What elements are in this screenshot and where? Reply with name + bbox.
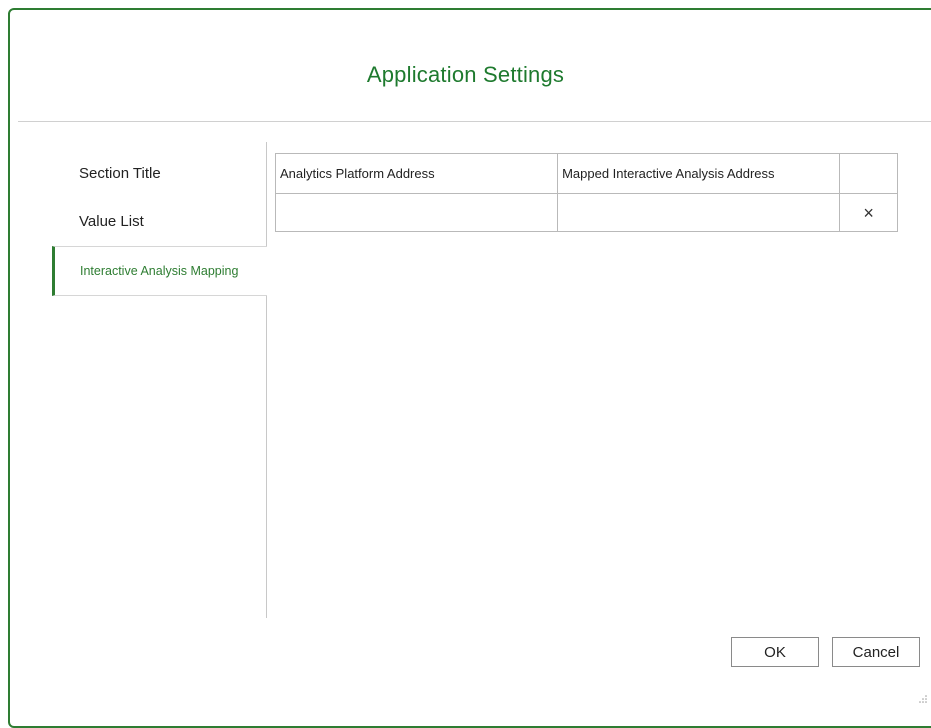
column-header-platform-address: Analytics Platform Address <box>274 153 559 194</box>
column-header-actions <box>839 153 898 194</box>
row-actions-cell: × <box>839 193 898 232</box>
ok-button[interactable]: OK <box>731 637 819 667</box>
column-header-mapped-address: Mapped Interactive Analysis Address <box>557 153 841 194</box>
table-row: × <box>274 193 898 232</box>
mapped-address-cell[interactable] <box>557 193 841 232</box>
sidebar-item-label: Value List <box>79 212 144 230</box>
table-header-row: Analytics Platform Address Mapped Intera… <box>274 153 898 194</box>
resize-grip-icon[interactable] <box>918 694 928 704</box>
title-divider <box>18 121 931 122</box>
resize-grip-glyph <box>919 695 927 703</box>
sidebar-item-section-title[interactable]: Section Title <box>52 148 266 198</box>
cancel-button[interactable]: Cancel <box>832 637 920 667</box>
sidebar-item-value-list[interactable]: Value List <box>52 196 266 246</box>
mapping-table: Analytics Platform Address Mapped Intera… <box>274 153 898 232</box>
platform-address-cell[interactable] <box>274 193 559 232</box>
sidebar-item-label: Interactive Analysis Mapping <box>80 264 239 278</box>
dialog-title: Application Settings <box>366 62 565 87</box>
sidebar-item-interactive-analysis-mapping[interactable]: Interactive Analysis Mapping <box>52 246 267 296</box>
sidebar-item-label: Section Title <box>79 164 161 182</box>
settings-sidebar: Section Title Value List Interactive Ana… <box>52 142 267 618</box>
close-icon[interactable]: × <box>863 204 874 222</box>
